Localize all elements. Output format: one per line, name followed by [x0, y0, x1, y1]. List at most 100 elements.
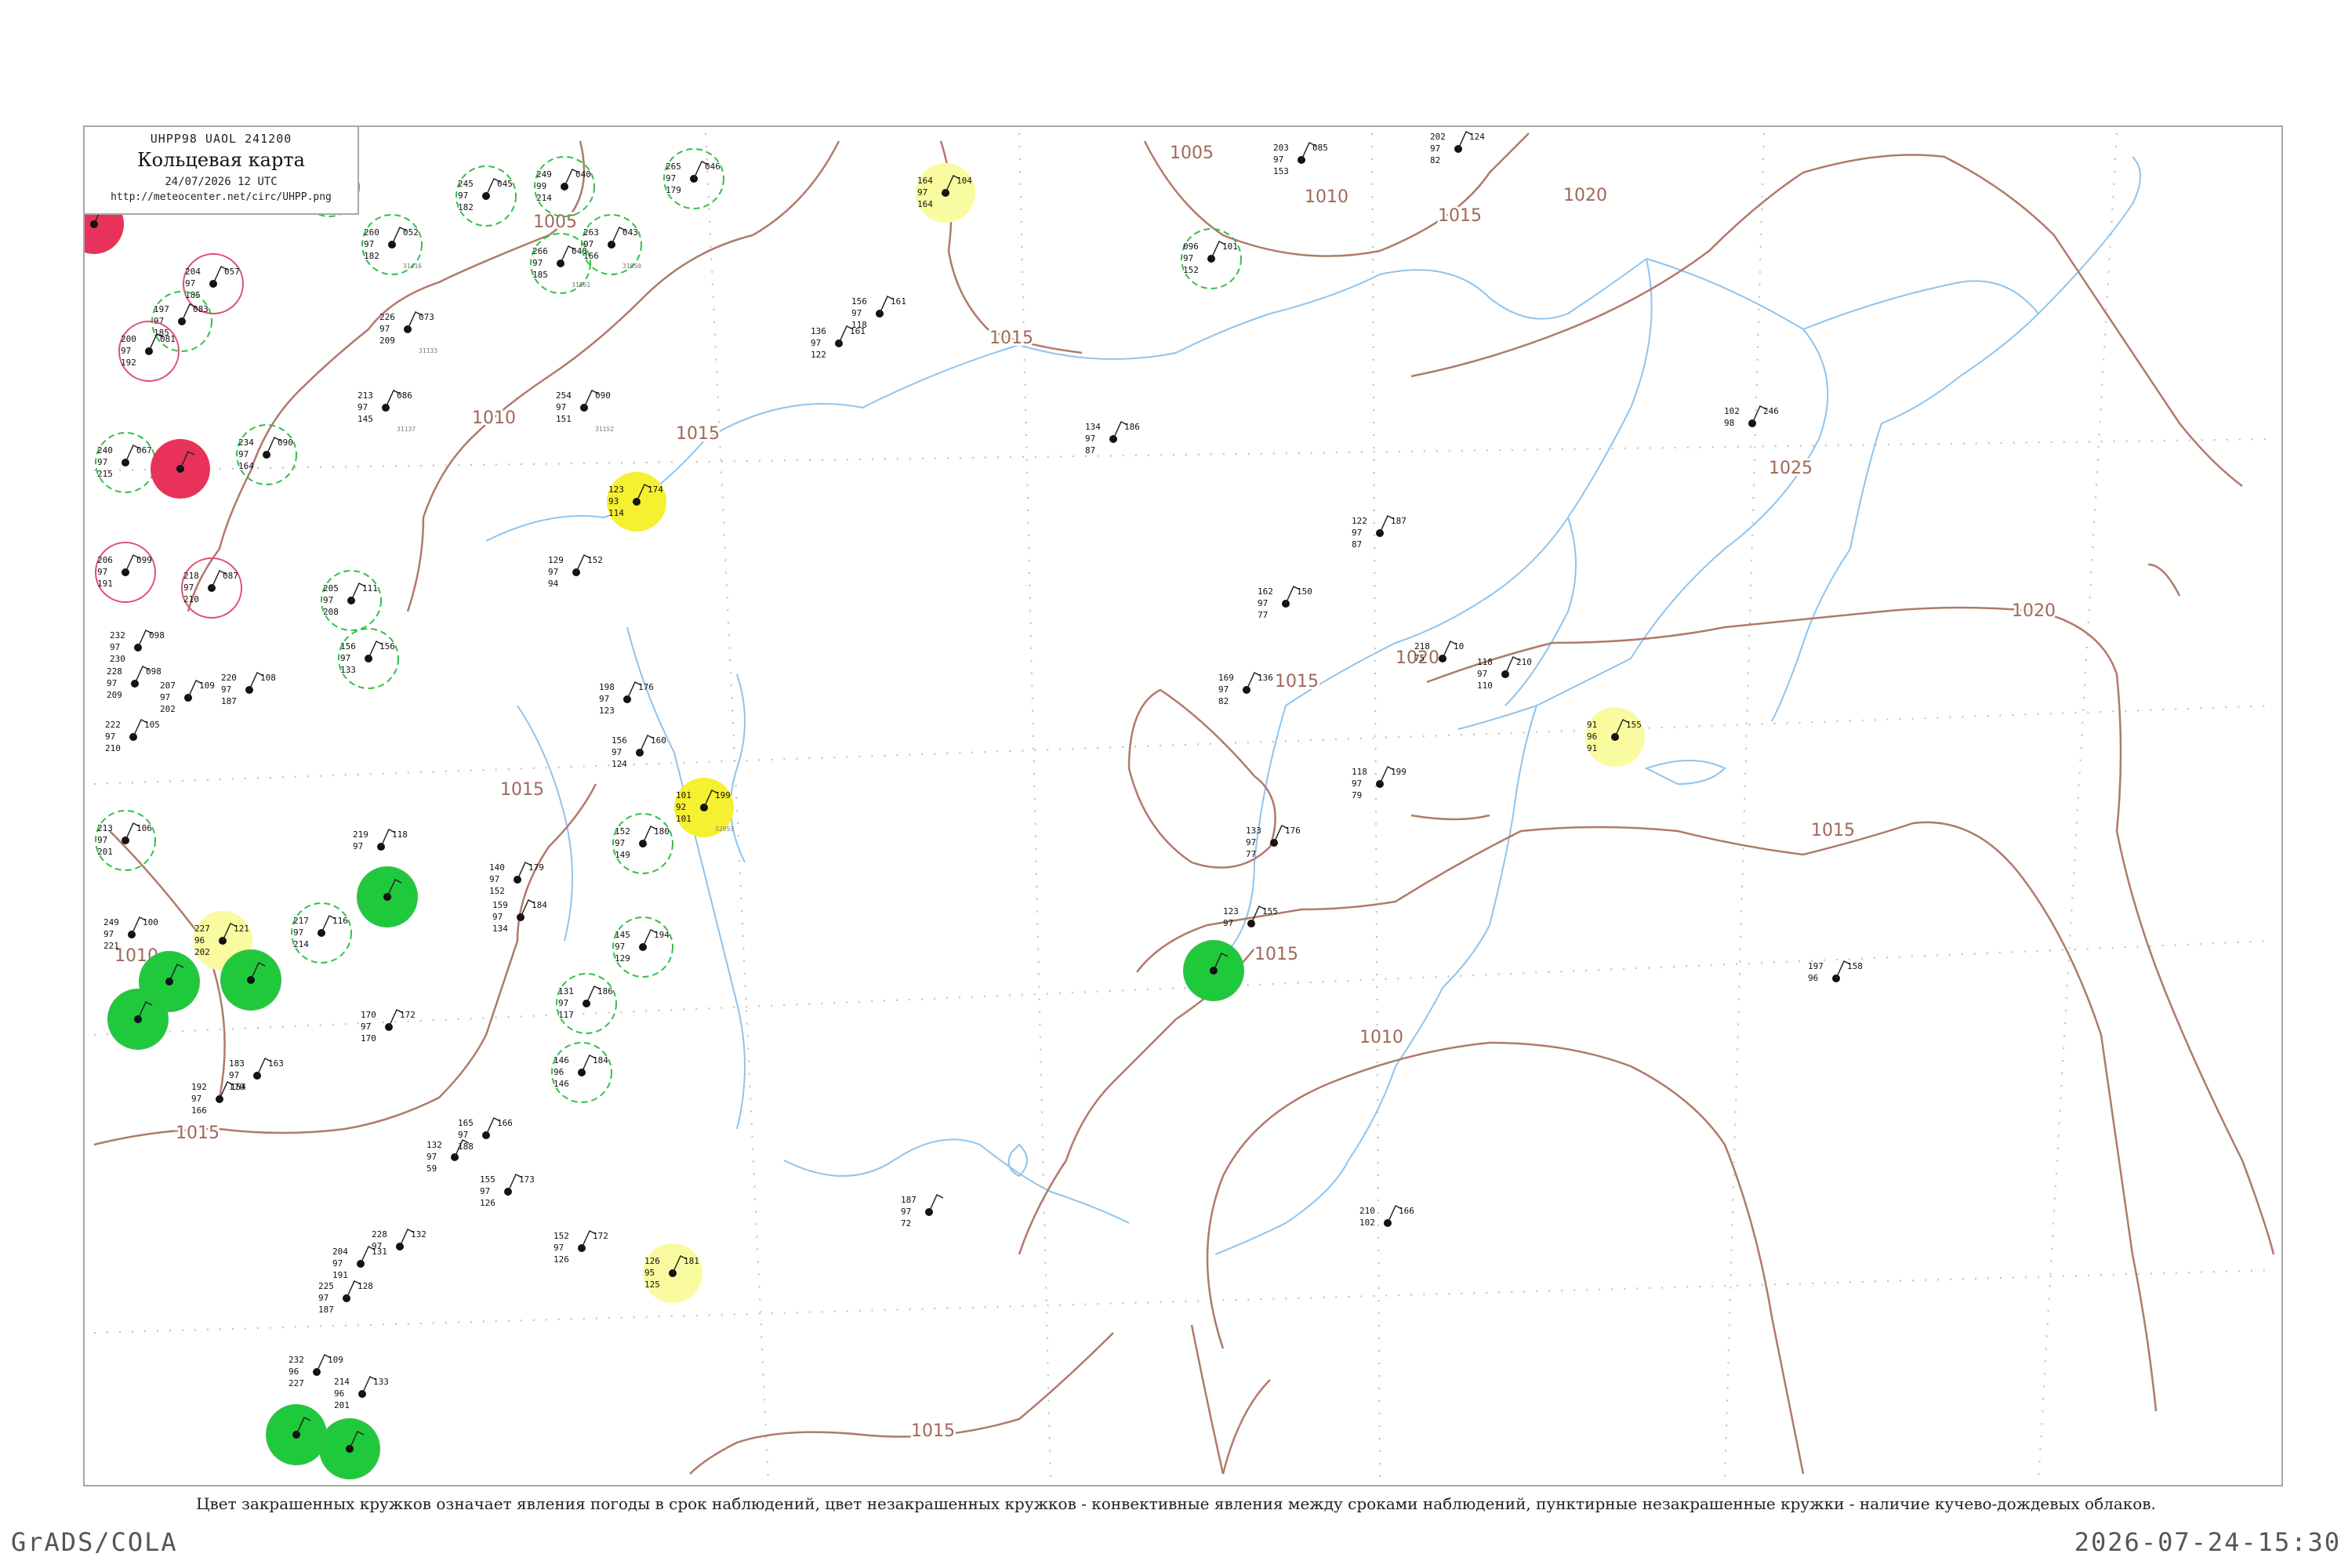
station-temperature: 202	[1430, 132, 1446, 142]
station-temperature: 234	[238, 437, 254, 448]
station-visibility: 166	[583, 251, 599, 261]
station-dewpoint: 97	[160, 692, 170, 702]
station-pressure: 100	[143, 917, 158, 927]
weather-station[interactable]: 220 108 97187	[221, 671, 276, 706]
weather-station[interactable]	[220, 949, 281, 1011]
station-dewpoint: 97	[97, 835, 107, 845]
weather-station[interactable]: 131 186 97 117	[556, 973, 617, 1034]
weather-station[interactable]: 249 040 99 214	[534, 156, 595, 217]
station-pressure: 111	[362, 583, 378, 593]
weather-station[interactable]: 202 124 9782	[1430, 130, 1485, 165]
weather-station[interactable]: 152 180 97 149	[612, 813, 673, 874]
weather-station[interactable]: 126 181 95125	[643, 1243, 702, 1303]
weather-station[interactable]: 222 105 97210	[105, 718, 160, 753]
source-url[interactable]: http://meteocenter.net/circ/UHPP.png	[85, 191, 358, 203]
station-pressure: 174	[648, 485, 663, 495]
weather-station[interactable]	[107, 989, 169, 1050]
station-pressure: 109	[328, 1355, 343, 1365]
weather-station[interactable]: 213 086 97 145 31137	[358, 389, 416, 433]
station-visibility: 227	[289, 1378, 304, 1388]
weather-station[interactable]: 91 155 9691	[1585, 707, 1645, 767]
station-dewpoint: 97	[229, 1070, 239, 1080]
weather-station[interactable]: 162 150 97 77	[1258, 585, 1312, 620]
weather-station[interactable]: 169 136 9782	[1218, 671, 1273, 706]
station-visibility: 152	[1183, 265, 1199, 275]
weather-station[interactable]	[151, 439, 210, 499]
map-canvas[interactable]: 1005 1010 1015 1020 1025 1010 1015 1015 …	[0, 0, 2352, 1568]
station-pressure: 172	[593, 1231, 608, 1241]
weather-station[interactable]: 165 166 97 188	[458, 1116, 513, 1152]
weather-station[interactable]: 205 111 97 208	[321, 570, 382, 631]
weather-station[interactable]: 170 17297170	[361, 1008, 416, 1044]
weather-station[interactable]: 245 045 97182	[456, 165, 517, 227]
weather-station[interactable]: 102 246 98	[1724, 405, 1779, 428]
weather-station[interactable]: 240 067 97 215	[95, 432, 156, 493]
station-temperature: 266	[532, 246, 548, 256]
weather-station[interactable]: 140 179 97 152	[489, 861, 544, 896]
weather-station[interactable]: 228 098 97 209	[107, 665, 162, 700]
station-visibility: 215	[97, 469, 113, 479]
station-dewpoint: 97	[110, 642, 120, 652]
station-visibility: 79	[1352, 790, 1362, 800]
weather-station[interactable]: 164 104 97164	[916, 163, 975, 223]
weather-station[interactable]: 206 099 97 191	[95, 542, 156, 603]
weather-station[interactable]: 226 073 97 209 31133	[379, 310, 437, 354]
weather-station[interactable]: 155 173 97 126	[480, 1173, 535, 1208]
weather-station[interactable]	[266, 1404, 327, 1465]
station-pressure: 099	[136, 555, 152, 565]
station-temperature: 227	[194, 924, 210, 934]
weather-station[interactable]: 152 172 97126	[554, 1229, 608, 1265]
weather-station[interactable]: 133 176 9777	[1246, 824, 1301, 859]
station-temperature: 164	[917, 176, 933, 186]
weather-station[interactable]: 203 085 97153	[1273, 141, 1328, 176]
weather-station[interactable]: 197 158 96	[1808, 960, 1863, 983]
weather-station[interactable]: 260 052 97 182 31416	[361, 214, 423, 275]
weather-station[interactable]: 118 199 9779	[1352, 765, 1406, 800]
weather-station[interactable]	[319, 1418, 380, 1479]
weather-station[interactable]: 123 174 93 114	[607, 472, 666, 532]
weather-station[interactable]: 096 101 97 152	[1181, 228, 1242, 289]
station-dewpoint: 97	[811, 338, 821, 348]
station-dewpoint: 97	[105, 731, 115, 742]
weather-station[interactable]: 183 163 97 170	[229, 1057, 284, 1092]
station-pressure: 210	[1516, 657, 1532, 667]
weather-station[interactable]: 101 199 92 101 32053	[674, 778, 734, 837]
weather-station[interactable]: 219 118 97	[353, 828, 408, 851]
weather-station[interactable]: 134 186 9787	[1085, 420, 1140, 456]
weather-station[interactable]: 156 15697133	[338, 628, 399, 689]
weather-station[interactable]: 200 081 97 192	[118, 321, 180, 382]
weather-station[interactable]: 198 176 97 123	[599, 681, 654, 716]
isobar-label: 1015	[1438, 206, 1482, 226]
weather-station[interactable]: 129 152 97 94	[548, 554, 603, 589]
weather-station[interactable]: 204 131 97191	[332, 1245, 387, 1280]
weather-station[interactable]: 213 106 97 201	[95, 810, 156, 871]
station-temperature: 134	[1085, 422, 1101, 432]
weather-station[interactable]: 122 187 9787	[1352, 514, 1406, 550]
weather-station[interactable]: 207 109 97 202	[160, 679, 215, 714]
weather-station[interactable]: 146 184 96 146	[551, 1042, 612, 1103]
station-visibility: 166	[191, 1105, 207, 1116]
weather-station[interactable]: 136 161 97 122	[811, 325, 866, 360]
weather-station[interactable]: 214 133 96201	[334, 1375, 389, 1410]
weather-station[interactable]: 232 098 97 230	[110, 629, 165, 664]
station-pressure: 172	[400, 1010, 416, 1020]
station-visibility: 149	[615, 850, 630, 860]
weather-station[interactable]: 210 166 102	[1359, 1204, 1414, 1228]
weather-station[interactable]: 217 116 97214	[291, 902, 352, 964]
weather-station[interactable]	[357, 866, 418, 927]
weather-station[interactable]: 156 160 97 124	[612, 734, 666, 769]
graticule	[93, 132, 2274, 1483]
station-dewpoint: 97	[191, 1094, 201, 1104]
weather-station[interactable]: 145 194 97129	[612, 916, 673, 978]
weather-station[interactable]: 159 184 97 134	[492, 898, 547, 934]
weather-station[interactable]: 187 9772	[901, 1193, 944, 1229]
station-visibility: 221	[103, 941, 119, 951]
weather-station[interactable]	[1183, 940, 1244, 1001]
weather-station[interactable]: 265 046 97 179	[663, 148, 724, 209]
station-visibility: 182	[364, 251, 379, 261]
weather-station[interactable]: 254 090 97 151 31152	[556, 389, 614, 433]
weather-station[interactable]: 225 128 97 187	[318, 1279, 373, 1315]
software-credit: GrADS/COLA	[11, 1527, 178, 1557]
weather-station[interactable]: 156 16197118	[851, 295, 906, 330]
weather-station[interactable]: 218 087 97210	[181, 557, 242, 619]
